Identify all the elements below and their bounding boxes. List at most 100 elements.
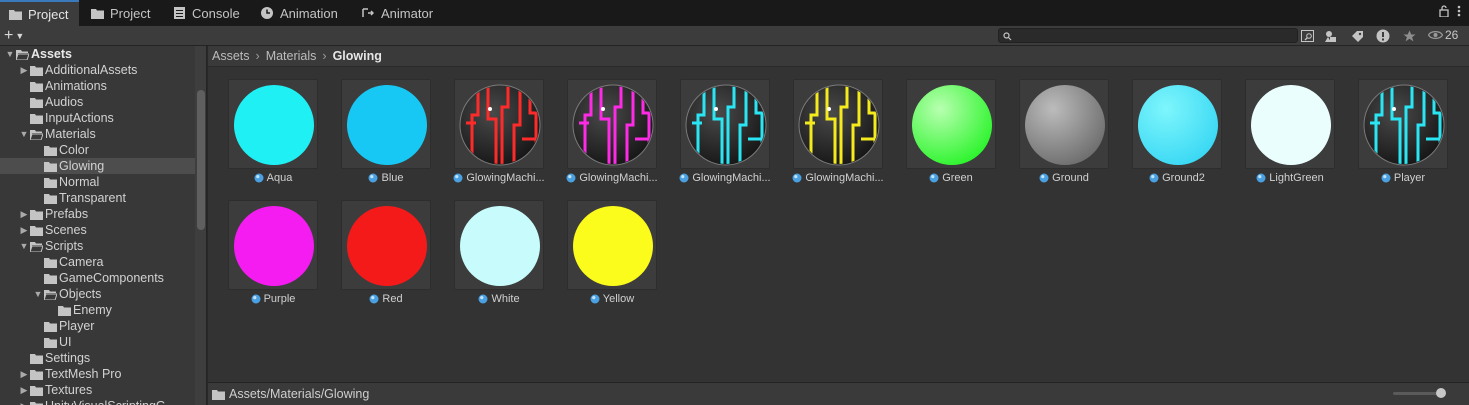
breadcrumb-item[interactable]: Materials bbox=[266, 49, 317, 63]
tree-item[interactable]: Camera bbox=[0, 254, 195, 270]
chevron-down-icon[interactable]: ▼ bbox=[32, 288, 44, 300]
material-preview[interactable] bbox=[1358, 79, 1448, 169]
folder-icon bbox=[44, 273, 57, 284]
material-asset[interactable]: Player bbox=[1338, 79, 1448, 191]
folder-open-icon bbox=[43, 289, 58, 301]
material-asset[interactable]: Ground bbox=[999, 79, 1109, 191]
create-button[interactable]: + ▼ bbox=[4, 27, 34, 45]
tree-item[interactable]: Normal bbox=[0, 174, 195, 190]
hidden-packages-toggle[interactable]: 26 bbox=[1428, 28, 1458, 42]
breadcrumb-current[interactable]: Glowing bbox=[333, 49, 382, 63]
material-asset[interactable]: GlowingMachi... bbox=[547, 79, 658, 191]
tree-item-label: Textures bbox=[45, 383, 93, 397]
chevron-right-icon[interactable]: ▶ bbox=[18, 368, 30, 380]
material-preview[interactable] bbox=[680, 79, 770, 169]
material-preview[interactable] bbox=[1019, 79, 1109, 169]
filter-by-label-button[interactable] bbox=[1346, 27, 1368, 45]
tree-item[interactable]: ▼ Materials bbox=[0, 126, 195, 142]
tree-item[interactable]: Player bbox=[0, 318, 195, 334]
asset-name: GlowingMachi... bbox=[692, 172, 771, 184]
folder-icon bbox=[30, 225, 43, 236]
show-errors-button[interactable] bbox=[1372, 27, 1394, 45]
material-asset[interactable]: GlowingMachi... bbox=[773, 79, 884, 191]
tree-item[interactable]: Animations bbox=[0, 78, 195, 94]
folder-icon bbox=[30, 353, 43, 364]
tree-item[interactable]: ▼ Assets bbox=[0, 46, 195, 62]
material-asset[interactable]: LightGreen bbox=[1225, 79, 1335, 191]
tab-animation[interactable]: Animation bbox=[260, 0, 338, 26]
tree-item[interactable]: Transparent bbox=[0, 190, 195, 206]
search-input[interactable] bbox=[998, 28, 1298, 43]
zoom-slider-handle[interactable] bbox=[1436, 388, 1446, 398]
material-asset[interactable]: GlowingMachi... bbox=[434, 79, 545, 191]
material-preview[interactable] bbox=[228, 200, 318, 290]
folder-icon bbox=[44, 337, 57, 348]
tree-item[interactable]: ▼ Scripts bbox=[0, 238, 195, 254]
material-asset[interactable]: Green bbox=[886, 79, 996, 191]
tab-project[interactable]: Project bbox=[0, 0, 79, 26]
tree-item[interactable]: GameComponents bbox=[0, 270, 195, 286]
tree-item-label: Glowing bbox=[59, 159, 105, 173]
more-options-icon[interactable] bbox=[1457, 5, 1461, 20]
tree-item[interactable]: Color bbox=[0, 142, 195, 158]
chevron-down-icon[interactable]: ▼ bbox=[18, 128, 30, 140]
tab-animator[interactable]: Animator bbox=[361, 0, 433, 26]
material-preview[interactable] bbox=[793, 79, 883, 169]
material-preview[interactable] bbox=[567, 200, 657, 290]
tab-console[interactable]: Console bbox=[172, 0, 240, 26]
folder-tree: ▼ Assets ▶ AdditionalAssets Animations Audios… bbox=[0, 46, 207, 405]
chevron-down-icon[interactable]: ▼ bbox=[18, 240, 30, 252]
tree-item[interactable]: Audios bbox=[0, 94, 195, 110]
chevron-right-icon[interactable]: ▶ bbox=[18, 208, 30, 220]
material-asset[interactable]: Aqua bbox=[208, 79, 318, 191]
material-asset[interactable]: Blue bbox=[321, 79, 431, 191]
tree-item[interactable]: ▼ Objects bbox=[0, 286, 195, 302]
material-preview[interactable] bbox=[454, 200, 544, 290]
tree-item[interactable]: Glowing bbox=[0, 158, 195, 174]
tree-item[interactable]: Settings bbox=[0, 350, 195, 366]
tab-project-secondary[interactable]: Project bbox=[90, 0, 150, 26]
material-preview[interactable] bbox=[454, 79, 544, 169]
material-asset[interactable]: White bbox=[434, 200, 544, 312]
chevron-right-icon[interactable]: ▶ bbox=[18, 224, 30, 236]
material-preview[interactable] bbox=[341, 79, 431, 169]
filter-by-type-button[interactable] bbox=[1320, 27, 1342, 45]
tree-item[interactable]: InputActions bbox=[0, 110, 195, 126]
material-preview[interactable] bbox=[906, 79, 996, 169]
tree-item-label: Camera bbox=[59, 255, 104, 269]
chevron-right-icon[interactable]: ▶ bbox=[18, 64, 30, 76]
tree-item[interactable]: ▶ Textures bbox=[0, 382, 195, 398]
chevron-down-icon[interactable]: ▼ bbox=[4, 48, 16, 60]
material-preview[interactable] bbox=[1245, 79, 1335, 169]
material-preview[interactable] bbox=[341, 200, 431, 290]
material-preview[interactable] bbox=[567, 79, 657, 169]
tag-icon bbox=[1351, 30, 1363, 42]
tree-item-label: Assets bbox=[31, 47, 72, 61]
chevron-right-icon[interactable]: ▶ bbox=[18, 384, 30, 396]
chevron-right-icon[interactable]: ▶ bbox=[18, 400, 30, 405]
material-asset[interactable]: Yellow bbox=[547, 200, 657, 312]
lock-icon[interactable] bbox=[1439, 5, 1449, 20]
tree-scrollbar-thumb[interactable] bbox=[197, 90, 205, 230]
material-preview[interactable] bbox=[1132, 79, 1222, 169]
tree-item[interactable]: ▶ TextMesh Pro bbox=[0, 366, 195, 382]
material-preview[interactable] bbox=[228, 79, 318, 169]
tree-item[interactable]: ▶ Prefabs bbox=[0, 206, 195, 222]
asset-browser: Assets › Materials › Glowing Aqua Blue Glo… bbox=[208, 46, 1469, 405]
material-icon bbox=[590, 294, 600, 304]
tree-item[interactable]: Enemy bbox=[0, 302, 195, 318]
tree-item[interactable]: ▶ AdditionalAssets bbox=[0, 62, 195, 78]
search-by-project-button[interactable] bbox=[1297, 27, 1319, 45]
tree-item[interactable]: UI bbox=[0, 334, 195, 350]
material-asset[interactable]: GlowingMachi... bbox=[660, 79, 771, 191]
material-asset[interactable]: Purple bbox=[208, 200, 318, 312]
asset-name: Player bbox=[1393, 172, 1426, 184]
tree-item[interactable]: ▶ Scenes bbox=[0, 222, 195, 238]
tab-label: Project bbox=[110, 5, 151, 21]
material-asset[interactable]: Ground2 bbox=[1112, 79, 1222, 191]
tree-item[interactable]: ▶ UnityVisualScriptingG... bbox=[0, 398, 195, 405]
breadcrumb-item[interactable]: Assets bbox=[212, 49, 250, 63]
breadcrumb: Assets › Materials › Glowing bbox=[208, 46, 1469, 67]
material-asset[interactable]: Red bbox=[321, 200, 431, 312]
favorites-button[interactable] bbox=[1398, 27, 1420, 45]
